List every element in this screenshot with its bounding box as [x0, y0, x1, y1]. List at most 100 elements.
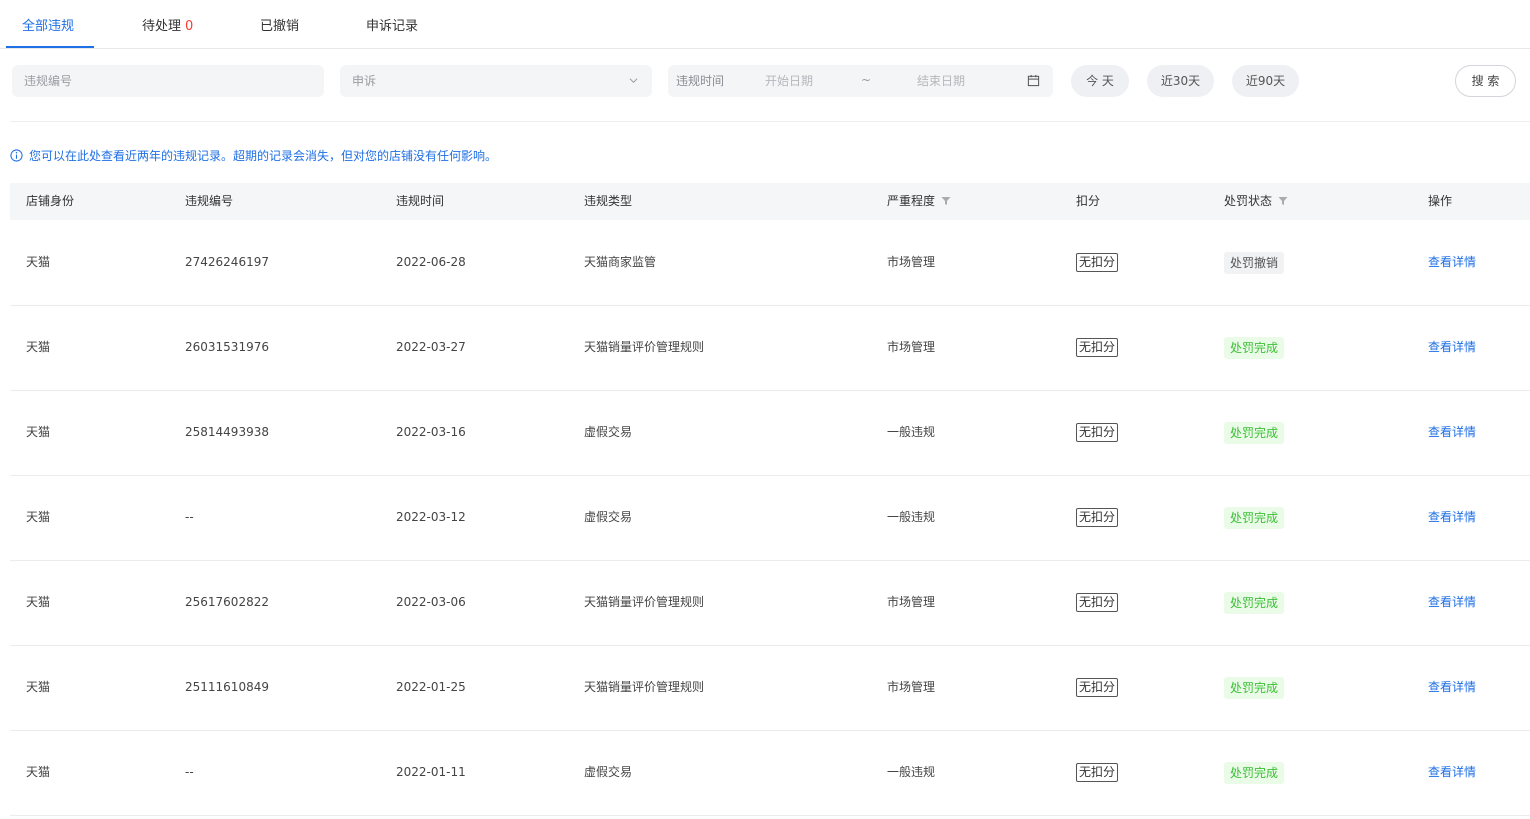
tab-all-violations[interactable]: 全部违规 — [22, 0, 74, 48]
tab-label: 全部违规 — [22, 19, 75, 34]
status-badge: 处罚完成 — [1224, 762, 1285, 784]
status-badge: 处罚完成 — [1224, 677, 1285, 699]
view-details-link[interactable]: 查看详情 — [1428, 221, 1476, 303]
header-status-label: 处罚状态 — [1224, 194, 1273, 208]
last-30-days-button[interactable]: 近30天 — [1147, 65, 1214, 97]
end-date-input[interactable]: 结束日期 — [917, 65, 965, 97]
header-violation-time: 违规时间 — [396, 194, 445, 208]
header-shop: 店铺身份 — [26, 194, 75, 208]
tab-label: 申诉记录 — [366, 19, 419, 34]
header-score: 扣分 — [1076, 194, 1101, 208]
header-status: 处罚状态 — [1224, 183, 1288, 220]
view-details-link[interactable]: 查看详情 — [1428, 731, 1476, 813]
filter-icon[interactable] — [941, 196, 951, 206]
status-badge: 处罚完成 — [1224, 337, 1285, 359]
cell-shop: 天猫 — [26, 680, 51, 694]
cell-violation-time: 2022-01-25 — [396, 680, 466, 694]
status-badge: 处罚完成 — [1224, 592, 1285, 614]
cell-severity: 市场管理 — [887, 340, 936, 354]
cell-violation-id: 25617602822 — [185, 595, 269, 609]
tab-revoked[interactable]: 已撤销 — [260, 0, 299, 48]
cell-violation-time: 2022-01-11 — [396, 765, 466, 779]
cell-violation-id: -- — [185, 510, 194, 524]
filter-icon[interactable] — [1278, 196, 1288, 206]
cell-violation-type: 虚假交易 — [584, 765, 633, 779]
status-badge: 处罚撤销 — [1224, 252, 1285, 274]
score-badge: 无扣分 — [1076, 678, 1119, 697]
info-notice: 您可以在此处查看近两年的违规记录。超期的记录会消失，但对您的店铺没有任何影响。 — [10, 147, 497, 165]
cell-violation-time: 2022-03-12 — [396, 510, 466, 524]
cell-shop: 天猫 — [26, 765, 51, 779]
cell-shop: 天猫 — [26, 425, 51, 439]
type-select[interactable]: 申诉 — [340, 65, 652, 97]
header-violation-type: 违规类型 — [584, 194, 633, 208]
date-range-picker[interactable]: 违规时间 开始日期 ~ 结束日期 — [668, 65, 1053, 97]
cell-shop: 天猫 — [26, 595, 51, 609]
cell-violation-id: 27426246197 — [185, 255, 269, 269]
score-badge: 无扣分 — [1076, 253, 1119, 272]
header-severity-label: 严重程度 — [887, 194, 936, 208]
type-select-value: 申诉 — [352, 74, 377, 88]
score-badge: 无扣分 — [1076, 763, 1119, 782]
view-details-link[interactable]: 查看详情 — [1428, 476, 1476, 558]
tab-bar: 全部违规 待处理 0 已撤销 申诉记录 — [0, 0, 1530, 49]
cell-violation-type: 天猫商家监管 — [584, 255, 657, 269]
violation-id-input[interactable] — [12, 65, 324, 97]
header-severity: 严重程度 — [887, 183, 951, 220]
search-button[interactable]: 搜 索 — [1455, 65, 1516, 97]
cell-severity: 市场管理 — [887, 255, 936, 269]
cell-violation-type: 天猫销量评价管理规则 — [584, 340, 705, 354]
table-row: 天猫 25814493938 2022-03-16 虚假交易 一般违规 无扣分 处罚完成 查看… — [10, 391, 1530, 476]
tab-label: 已撤销 — [260, 19, 300, 34]
status-badge: 处罚完成 — [1224, 422, 1285, 444]
cell-violation-time: 2022-06-28 — [396, 255, 466, 269]
cell-violation-type: 天猫销量评价管理规则 — [584, 595, 705, 609]
view-details-link[interactable]: 查看详情 — [1428, 646, 1476, 728]
view-details-link[interactable]: 查看详情 — [1428, 306, 1476, 388]
cell-severity: 市场管理 — [887, 595, 936, 609]
date-separator: ~ — [861, 73, 872, 87]
table-row: 天猫 25111610849 2022-01-25 天猫销量评价管理规则 市场管理 无扣分… — [10, 646, 1530, 731]
score-badge: 无扣分 — [1076, 593, 1119, 612]
cell-violation-time: 2022-03-16 — [396, 425, 466, 439]
calendar-icon — [1027, 74, 1040, 87]
cell-violation-id: 26031531976 — [185, 340, 269, 354]
header-violation-id: 违规编号 — [185, 194, 234, 208]
pending-count: 0 — [185, 19, 194, 34]
score-badge: 无扣分 — [1076, 338, 1119, 357]
cell-violation-id: 25814493938 — [185, 425, 269, 439]
cell-shop: 天猫 — [26, 255, 51, 269]
view-details-link[interactable]: 查看详情 — [1428, 391, 1476, 473]
cell-severity: 一般违规 — [887, 510, 936, 524]
table-header: 店铺身份 违规编号 违规时间 违规类型 严重程度 扣分 处罚状态 操作 — [10, 183, 1530, 220]
filter-divider — [10, 121, 1530, 122]
notice-text: 您可以在此处查看近两年的违规记录。超期的记录会消失，但对您的店铺没有任何影响。 — [29, 149, 498, 163]
tab-pending[interactable]: 待处理 0 — [142, 0, 193, 48]
tab-appeal-records[interactable]: 申诉记录 — [366, 0, 418, 48]
start-date-input[interactable]: 开始日期 — [765, 65, 813, 97]
tab-label: 待处理 — [142, 19, 182, 34]
score-badge: 无扣分 — [1076, 508, 1119, 527]
cell-violation-type: 天猫销量评价管理规则 — [584, 680, 705, 694]
cell-severity: 市场管理 — [887, 680, 936, 694]
date-range-label: 违规时间 — [676, 74, 725, 88]
cell-shop: 天猫 — [26, 510, 51, 524]
cell-severity: 一般违规 — [887, 425, 936, 439]
table-row: 天猫 27426246197 2022-06-28 天猫商家监管 市场管理 无扣分 处罚撤销… — [10, 221, 1530, 306]
cell-violation-time: 2022-03-06 — [396, 595, 466, 609]
table-row: 天猫 26031531976 2022-03-27 天猫销量评价管理规则 市场管理 无扣分… — [10, 306, 1530, 391]
cell-violation-id: 25111610849 — [185, 680, 269, 694]
last-90-days-button[interactable]: 近90天 — [1232, 65, 1299, 97]
cell-violation-id: -- — [185, 765, 194, 779]
chevron-down-icon — [629, 78, 638, 84]
today-button[interactable]: 今 天 — [1071, 65, 1129, 97]
score-badge: 无扣分 — [1076, 423, 1119, 442]
cell-severity: 一般违规 — [887, 765, 936, 779]
cell-shop: 天猫 — [26, 340, 51, 354]
table-row: 天猫 -- 2022-01-11 虚假交易 一般违规 无扣分 处罚完成 查看详情 — [10, 731, 1530, 816]
info-icon — [10, 149, 23, 162]
cell-violation-type: 虚假交易 — [584, 425, 633, 439]
status-badge: 处罚完成 — [1224, 507, 1285, 529]
view-details-link[interactable]: 查看详情 — [1428, 561, 1476, 643]
table-row: 天猫 25617602822 2022-03-06 天猫销量评价管理规则 市场管理 无扣分… — [10, 561, 1530, 646]
